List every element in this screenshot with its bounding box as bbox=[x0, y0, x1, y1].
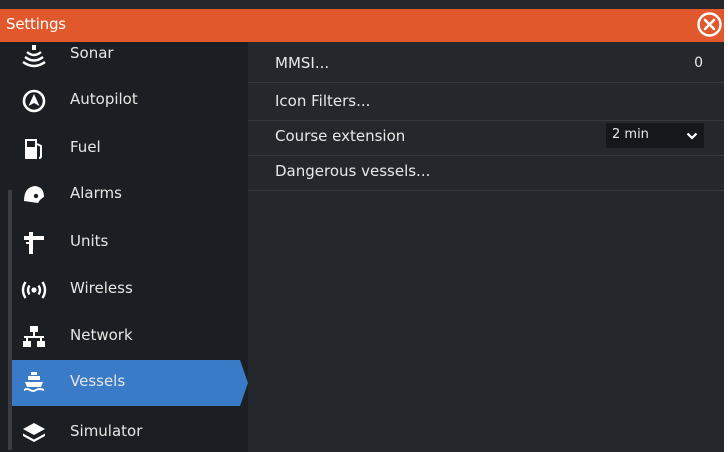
alarm-bell-icon bbox=[24, 186, 44, 203]
sidebar-item-units[interactable]: Units bbox=[12, 222, 238, 264]
sidebar-item-label: Sonar bbox=[70, 44, 114, 62]
sidebar-item-label: Autopilot bbox=[70, 90, 138, 108]
settings-window: Settings Sonar Autopilot Fuel Alarms Uni… bbox=[0, 0, 724, 452]
mmsi-value: 0 bbox=[694, 55, 703, 71]
sidebar-item-label: Fuel bbox=[70, 138, 101, 156]
setting-row-dangerous-vessels[interactable]: Dangerous vessels... bbox=[248, 153, 724, 191]
sidebar-item-label: Wireless bbox=[70, 279, 133, 297]
sidebar-item-label: Network bbox=[70, 326, 133, 344]
sidebar-item-label: Alarms bbox=[70, 184, 122, 202]
sidebar-item-alarms[interactable]: Alarms bbox=[12, 174, 238, 216]
setting-row-mmsi[interactable]: MMSI... 0 bbox=[248, 45, 724, 83]
wireless-icon bbox=[21, 281, 47, 299]
setting-label: MMSI... bbox=[275, 54, 330, 72]
sidebar-item-wireless[interactable]: Wireless bbox=[12, 269, 238, 311]
network-icon bbox=[23, 326, 45, 347]
settings-sidebar: Sonar Autopilot Fuel Alarms Units Wirele… bbox=[0, 42, 248, 452]
sidebar-item-label: Vessels bbox=[70, 372, 126, 390]
sidebar-item-simulator[interactable]: Simulator bbox=[12, 412, 238, 452]
units-icon bbox=[24, 232, 44, 254]
setting-row-course-extension: Course extension 2 min bbox=[248, 118, 724, 156]
chevron-down-icon bbox=[686, 132, 698, 140]
sonar-icon bbox=[22, 45, 46, 68]
dropdown-value: 2 min bbox=[612, 127, 649, 142]
sidebar-item-label: Simulator bbox=[70, 422, 143, 440]
autopilot-icon bbox=[22, 89, 46, 113]
setting-row-icon-filters[interactable]: Icon Filters... bbox=[248, 83, 724, 121]
page-edge bbox=[724, 0, 728, 452]
setting-label: Dangerous vessels... bbox=[275, 162, 431, 180]
sidebar-item-vessels[interactable]: Vessels bbox=[12, 360, 248, 406]
selected-highlight bbox=[12, 360, 248, 406]
setting-label: Course extension bbox=[275, 127, 406, 145]
simulator-layers-icon bbox=[23, 423, 45, 442]
setting-label: Icon Filters... bbox=[275, 92, 371, 110]
sidebar-item-network[interactable]: Network bbox=[12, 316, 238, 358]
close-icon[interactable] bbox=[696, 11, 723, 38]
sidebar-item-sonar[interactable]: Sonar bbox=[12, 38, 238, 80]
fuel-icon bbox=[25, 139, 42, 159]
settings-content: MMSI... 0 Icon Filters... Course extensi… bbox=[248, 42, 724, 452]
sidebar-item-autopilot[interactable]: Autopilot bbox=[12, 80, 238, 122]
sidebar-item-fuel[interactable]: Fuel bbox=[12, 128, 238, 170]
sidebar-item-label: Units bbox=[70, 232, 109, 250]
vessel-icon bbox=[24, 372, 44, 392]
course-extension-dropdown[interactable]: 2 min bbox=[606, 123, 704, 148]
window-title: Settings bbox=[6, 15, 66, 33]
